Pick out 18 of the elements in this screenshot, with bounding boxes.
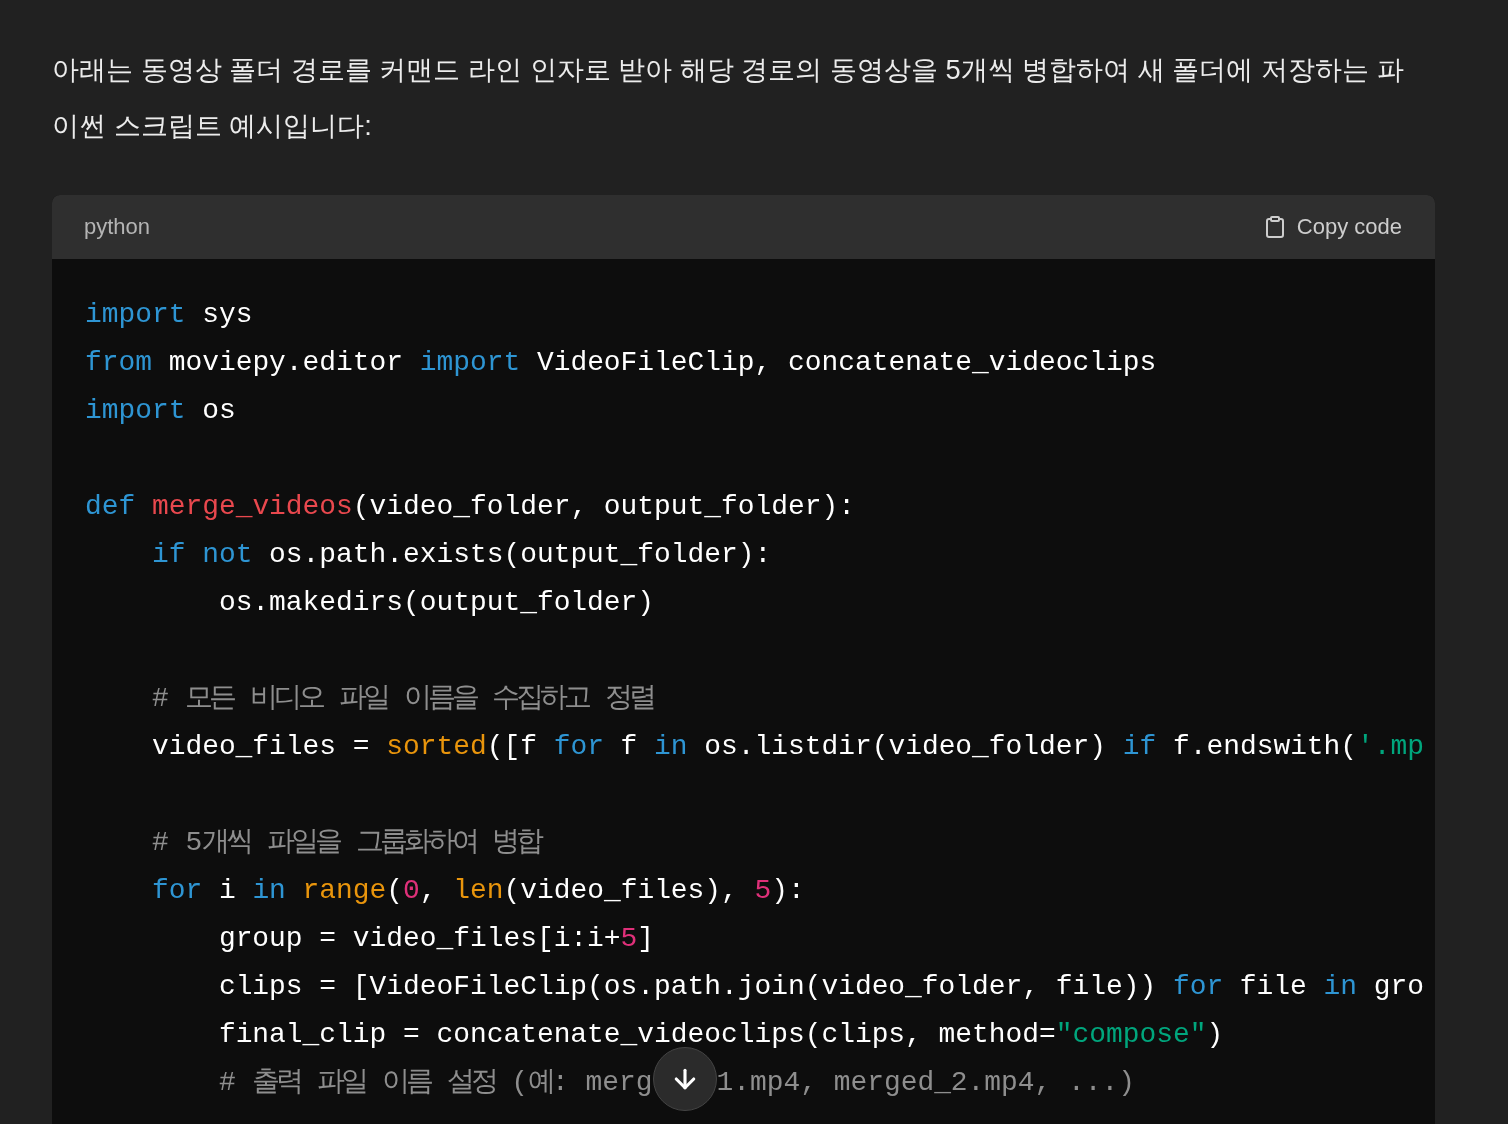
code-line: video_files = sorted([f for f in os.listdir(video_folder) if f.endswith('.mp <box>151 730 1425 764</box>
code-line: for i in range(0, len(video_files), 5): <box>151 874 805 908</box>
copy-code-button[interactable]: Copy code <box>1262 214 1402 240</box>
code-line: os.makedirs(output_folder) <box>218 586 655 620</box>
code-line: # 출력 파일 이름 설정 (예: merg <box>218 1066 653 1100</box>
code-line: group = video_files[i:i+5] <box>218 922 655 956</box>
code-line: clips = [VideoFileClip(os.path.join(video_folder, file)) for file in gro <box>218 970 1424 1004</box>
message-text: 아래는 동영상 폴더 경로를 커맨드 라인 인자로 받아 해당 경로의 동영상을 5개씩 병합하여 새 폴더에 저장하는 파이썬 스크립트 예시입니다: <box>52 53 1405 143</box>
code-line: import sys <box>85 298 253 332</box>
code-line: from moviepy.editor import VideoFileClip, concatenate_videoclips <box>85 346 1157 380</box>
code-line: import os <box>85 394 236 428</box>
code-line: final_clip = concatenate_videoclips(clips, method="compose") <box>218 1018 1224 1052</box>
code-line: 1.mp4, merged_2.mp4, ...) <box>716 1066 1135 1100</box>
code-line: def merge_videos(video_folder, output_folder): <box>85 490 855 524</box>
code-line: # 모든 비디오 파일 이름을 수집하고 정렬 <box>151 682 654 716</box>
code-line: if not os.path.exists(output_folder): <box>151 538 772 572</box>
language-label: python <box>84 214 151 240</box>
code-line: # 5개씩 파일을 그룹화하여 병합 <box>151 826 541 860</box>
